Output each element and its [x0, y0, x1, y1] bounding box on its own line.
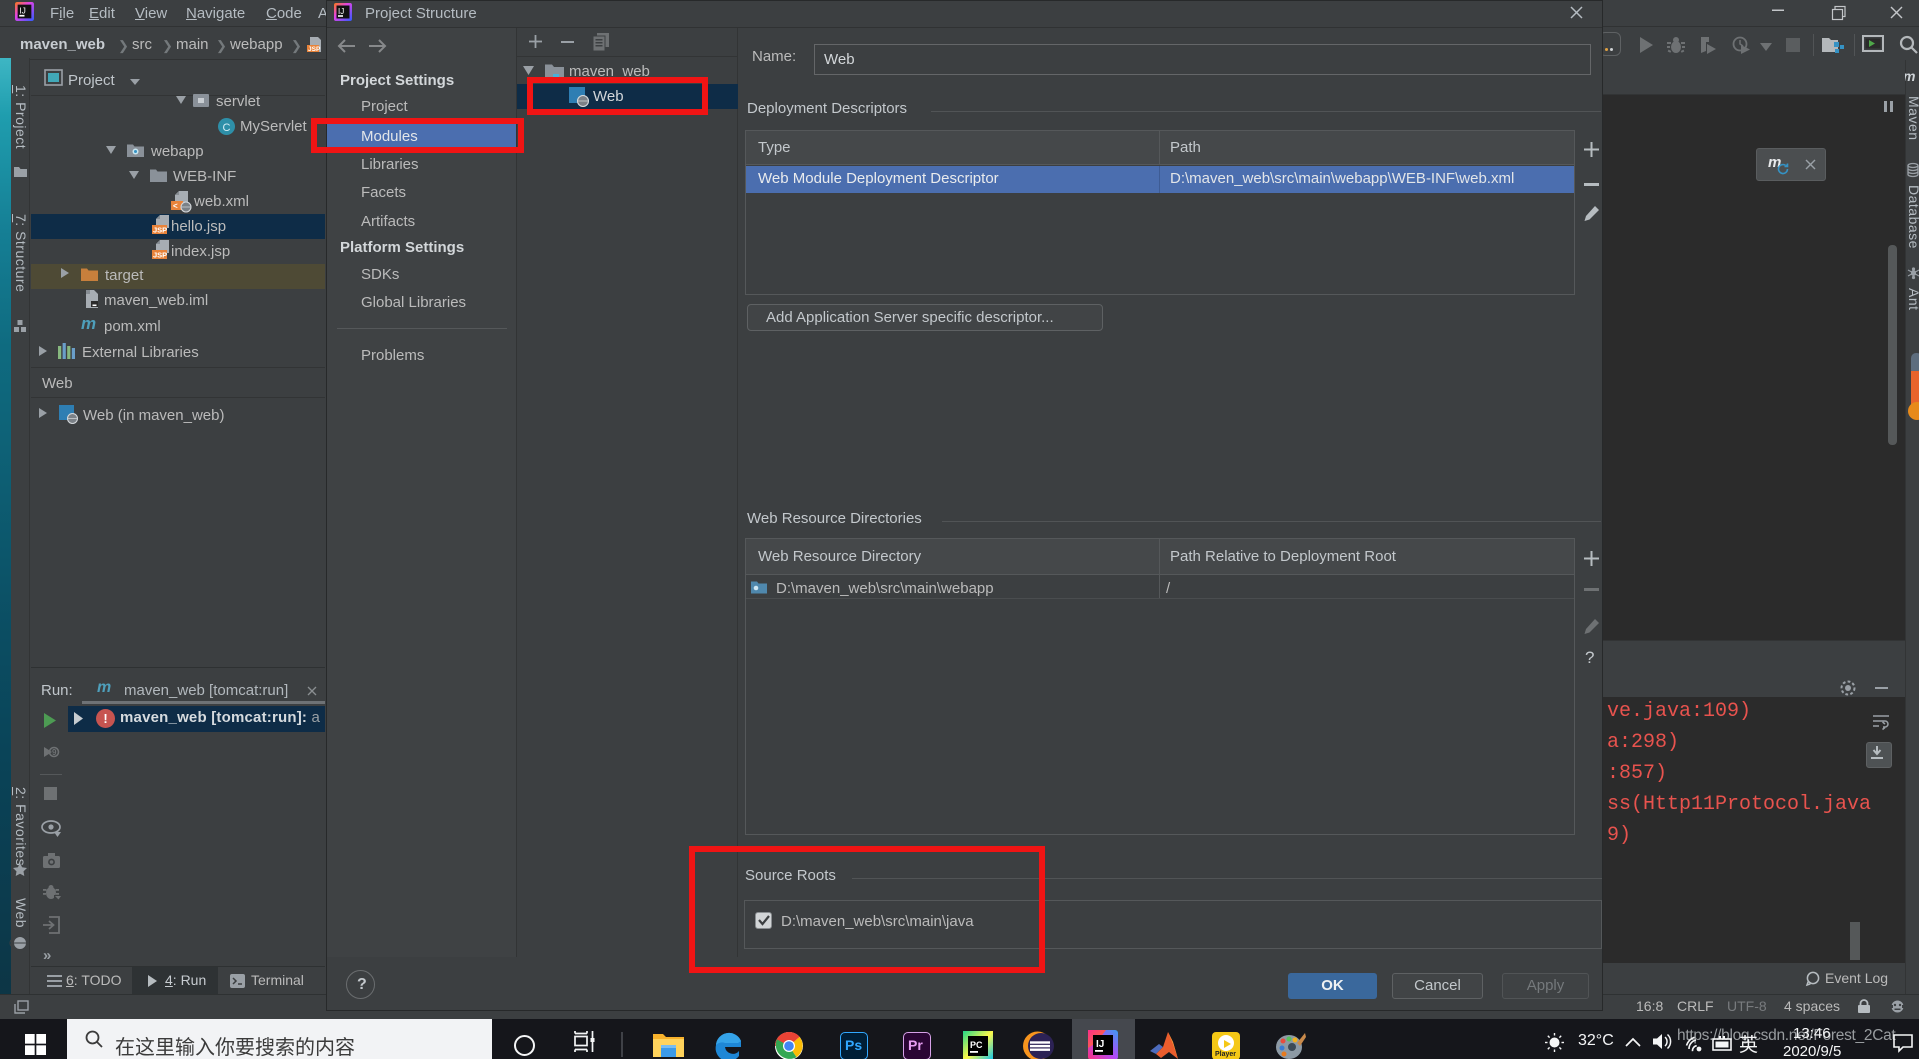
svg-text:JSP: JSP — [153, 251, 167, 260]
svg-text:9: 9 — [52, 748, 57, 757]
svg-text:JSP: JSP — [153, 226, 167, 235]
svg-text:IJ: IJ — [1096, 1039, 1104, 1050]
svg-text:IJ: IJ — [19, 6, 26, 16]
svg-text:<: < — [173, 202, 178, 211]
svg-text:C: C — [223, 122, 231, 134]
svg-text:PC: PC — [970, 1040, 983, 1050]
svg-text:JSP: JSP — [308, 46, 321, 53]
svg-text:IJ: IJ — [338, 7, 344, 16]
